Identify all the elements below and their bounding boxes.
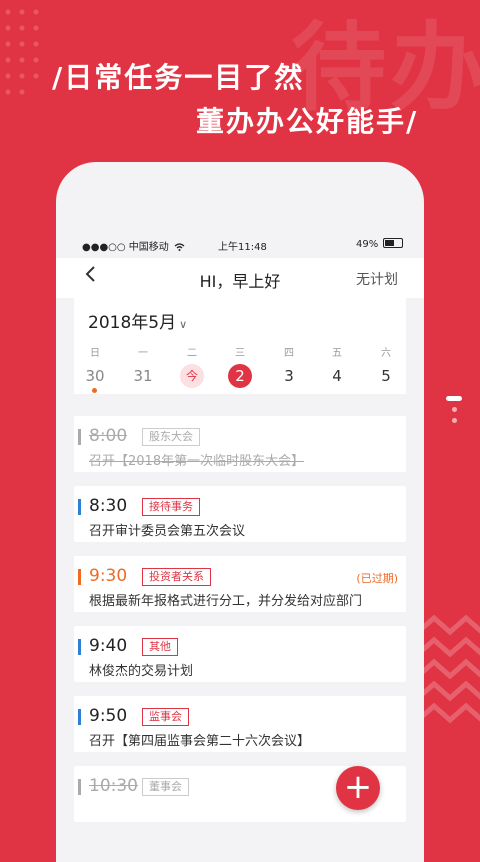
event-desc: 根据最新年报格式进行分工，并分发给对应部门 — [89, 594, 363, 609]
chevron-down-icon: ∨ — [179, 318, 188, 331]
event-time: 9:40 — [89, 636, 128, 656]
event-time: 10:30 — [89, 776, 138, 796]
event-marker — [78, 429, 81, 445]
weekday-fri: 五 — [332, 348, 342, 359]
nav-bar: HI，早上好 无计划 — [56, 258, 424, 298]
weekday-wed: 三 — [235, 348, 245, 359]
event-card[interactable]: 8:30 接待事务 召开审计委员会第五次会议 — [74, 486, 406, 542]
slogan-line-2: 董办办公好能手/ — [196, 105, 419, 138]
event-card[interactable]: 9:50 监事会 召开【第四届监事会第二十六次会议】 — [74, 696, 406, 752]
event-tag: 董事会 — [142, 778, 189, 796]
carrier-signal: ●●●○○ 中国移动 — [82, 238, 185, 253]
day-31[interactable]: 31 — [131, 364, 155, 388]
event-tag: 股东大会 — [142, 428, 200, 446]
event-time: 9:50 — [89, 706, 128, 726]
battery-icon — [383, 238, 404, 248]
month-label: 2018年5月 — [88, 313, 177, 333]
month-selector[interactable]: 2018年5月 ∨ — [88, 308, 187, 333]
event-marker — [78, 569, 81, 585]
day-2[interactable]: 2 — [228, 364, 252, 388]
page-indicator-dot — [452, 407, 457, 412]
event-time: 8:00 — [89, 426, 128, 446]
event-card[interactable]: 9:30 投资者关系 (已过期) 根据最新年报格式进行分工，并分发给对应部门 — [74, 556, 406, 612]
event-marker — [78, 709, 81, 725]
no-plan-button[interactable]: 无计划 — [356, 269, 398, 289]
page-indicator-dot — [452, 418, 457, 423]
event-card[interactable]: 9:40 其他 林俊杰的交易计划 — [74, 626, 406, 682]
event-marker — [78, 779, 81, 795]
day-5[interactable]: 5 — [374, 364, 398, 388]
phone-mockup: ●●●○○ 中国移动 上午11:48 49% HI，早上好 无计划 2018年5… — [56, 162, 424, 862]
event-tag: 接待事务 — [142, 498, 200, 516]
event-marker — [78, 499, 81, 515]
page-indicator — [446, 396, 464, 423]
weekday-sun: 日 — [90, 348, 100, 359]
event-desc: 召开【第四届监事会第二十六次会议】 — [89, 734, 311, 749]
event-tag: 监事会 — [142, 708, 189, 726]
day-3[interactable]: 3 — [277, 364, 301, 388]
event-tag: 其他 — [142, 638, 178, 656]
event-desc: 林俊杰的交易计划 — [89, 664, 194, 679]
carrier-text: ●●●○○ 中国移动 — [82, 242, 169, 253]
event-desc: 召开审计委员会第五次会议 — [89, 524, 246, 539]
dot-pattern — [5, 9, 39, 95]
weekday-mon: 一 — [138, 348, 148, 359]
event-marker — [78, 639, 81, 655]
overdue-label: (已过期) — [356, 572, 398, 585]
status-time: 上午11:48 — [218, 242, 267, 253]
event-desc: 召开【2018年第一次临时股东大会】 — [89, 454, 305, 469]
wifi-icon — [174, 243, 185, 251]
weekday-tue: 二 — [187, 348, 197, 359]
week-calendar: 2018年5月 ∨ 日 一 二 三 四 五 六 30 31 今 2 3 4 5 — [74, 298, 406, 394]
event-time: 8:30 — [89, 496, 128, 516]
add-event-button[interactable]: + — [336, 766, 380, 810]
event-dot-indicator — [92, 388, 97, 393]
event-tag: 投资者关系 — [142, 568, 211, 586]
battery-percent: 49% — [356, 239, 379, 250]
event-card[interactable]: 8:00 股东大会 召开【2018年第一次临时股东大会】 — [74, 416, 406, 472]
day-today[interactable]: 今 — [180, 364, 204, 388]
day-4[interactable]: 4 — [325, 364, 349, 388]
event-time: 9:30 — [89, 566, 128, 586]
day-30[interactable]: 30 — [83, 364, 107, 388]
slogan-line-1: /日常任务一目了然 — [52, 61, 305, 94]
weekday-thu: 四 — [284, 348, 294, 359]
weekday-sat: 六 — [381, 348, 391, 359]
status-bar: ●●●○○ 中国移动 上午11:48 49% — [56, 236, 424, 253]
page-indicator-active — [446, 396, 462, 401]
battery-status: 49% — [356, 238, 404, 250]
zigzag-pattern — [418, 614, 480, 724]
